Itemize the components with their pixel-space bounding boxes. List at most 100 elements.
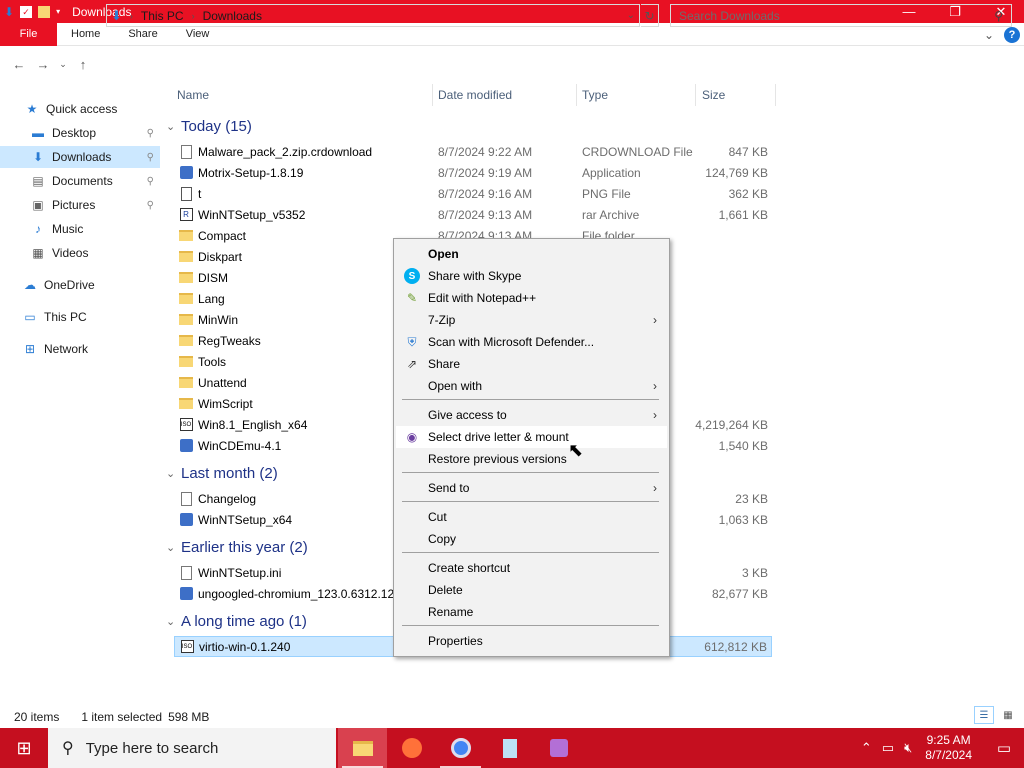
chrome-taskbar-icon[interactable] bbox=[436, 728, 485, 768]
sidebar-item-label: OneDrive bbox=[44, 278, 95, 292]
menu-item-share-with-skype[interactable]: S Share with Skype bbox=[396, 265, 667, 287]
file-type: CRDOWNLOAD File bbox=[582, 144, 693, 159]
firefox-taskbar-icon[interactable] bbox=[387, 728, 436, 768]
menu-item-delete[interactable]: Delete bbox=[396, 579, 667, 601]
sidebar-item-music[interactable]: ♪ Music bbox=[0, 218, 160, 240]
chevron-right-icon: › bbox=[653, 408, 657, 422]
sidebar-item-documents[interactable]: ▤ Documents ⚲ bbox=[0, 170, 160, 192]
menu-item-scan-with-microsoft-defender[interactable]: ⛨ Scan with Microsoft Defender... bbox=[396, 331, 667, 353]
file-name: WinCDEmu-4.1 bbox=[198, 438, 282, 453]
column-divider[interactable] bbox=[576, 84, 577, 106]
chevron-down-icon[interactable]: ⌄ bbox=[166, 541, 181, 554]
sidebar-item-network[interactable]: ⊞ Network bbox=[0, 338, 160, 360]
menu-item-cut[interactable]: Cut bbox=[396, 506, 667, 528]
menu-item-edit-with-notepad[interactable]: ✎ Edit with Notepad++ bbox=[396, 287, 667, 309]
recent-locations-button[interactable]: ⌄ bbox=[58, 59, 68, 70]
file-name: Compact bbox=[198, 228, 247, 243]
file-size: 1,540 KB bbox=[718, 438, 768, 453]
file-name: WinNTSetup_x64 bbox=[198, 512, 293, 527]
table-row[interactable]: Malware_pack_2.zip.crdownload 8/7/2024 9:… bbox=[174, 141, 772, 162]
menu-item-restore-previous-versions[interactable]: Restore previous versions bbox=[396, 448, 667, 470]
sidebar-item-videos[interactable]: ▦ Videos bbox=[0, 242, 160, 264]
menu-item-share[interactable]: ⇗ Share bbox=[396, 353, 667, 375]
help-icon[interactable]: ? bbox=[1004, 26, 1020, 43]
menu-item-label: Select drive letter & mount bbox=[428, 430, 569, 444]
table-row[interactable]: R WinNTSetup_v5352 8/7/2024 9:13 AM rar Arc… bbox=[174, 204, 772, 225]
search-icon: ⚲ bbox=[62, 740, 74, 757]
menu-item-rename[interactable]: Rename bbox=[396, 601, 667, 623]
file-name: WinNTSetup_v5352 bbox=[198, 207, 306, 222]
forward-button[interactable]: → bbox=[34, 57, 52, 72]
file-size: 82,677 KB bbox=[711, 586, 768, 601]
breadcrumb-separator[interactable]: › bbox=[130, 11, 133, 21]
group-header[interactable]: ⌄ A long time ago (1) bbox=[166, 610, 307, 632]
notepad-taskbar-icon[interactable] bbox=[485, 728, 534, 768]
sidebar-item-desktop[interactable]: ▬ Desktop ⚲ bbox=[0, 122, 160, 144]
column-size[interactable]: Size bbox=[702, 84, 725, 106]
group-header[interactable]: ⌄ Earlier this year (2) bbox=[166, 536, 308, 558]
breadcrumb-this-pc[interactable]: This PC bbox=[141, 9, 184, 23]
breadcrumb-downloads[interactable]: Downloads bbox=[203, 9, 262, 23]
column-divider[interactable] bbox=[695, 84, 696, 106]
details-view-button[interactable]: ☰ bbox=[974, 706, 994, 724]
menu-item-label: Give access to bbox=[428, 408, 507, 422]
up-button[interactable]: ↑ bbox=[74, 57, 92, 72]
sidebar-item-this-pc[interactable]: ▭ This PC bbox=[0, 306, 160, 328]
group-header[interactable]: ⌄ Today (15) bbox=[166, 115, 252, 137]
windows-start-icon[interactable]: ⊞ bbox=[0, 728, 48, 768]
refresh-button[interactable]: ↻ bbox=[641, 4, 659, 27]
application-icon bbox=[178, 438, 194, 454]
address-bar[interactable]: ⬇ › This PC › Downloads ⌄ bbox=[106, 4, 640, 27]
search-input[interactable]: Search Downloads ⚲ bbox=[670, 4, 1012, 27]
new-folder-icon[interactable] bbox=[38, 5, 51, 18]
sidebar-item-onedrive[interactable]: ☁ OneDrive bbox=[0, 274, 160, 296]
menu-item-give-access-to[interactable]: Give access to › bbox=[396, 404, 667, 426]
star-icon: ★ bbox=[26, 102, 38, 116]
folder-icon bbox=[178, 228, 194, 244]
breadcrumb-separator[interactable]: › bbox=[192, 11, 195, 21]
column-divider[interactable] bbox=[775, 84, 776, 106]
menu-item-select-drive-letter-mount[interactable]: ◉ Select drive letter & mount bbox=[396, 426, 667, 448]
menu-item-properties[interactable]: Properties bbox=[396, 630, 667, 652]
file-type: rar Archive bbox=[582, 207, 640, 222]
column-name[interactable]: Name bbox=[177, 84, 209, 106]
chevron-down-icon[interactable]: ⌄ bbox=[984, 28, 994, 42]
search-icon: ⚲ bbox=[994, 8, 1003, 23]
sidebar-item-quick-access[interactable]: ★ Quick access bbox=[0, 98, 160, 120]
file-explorer-taskbar-icon[interactable] bbox=[338, 728, 387, 768]
address-dropdown-icon[interactable]: ⌄ bbox=[627, 10, 635, 21]
customize-toolbar-icon[interactable]: ▾ bbox=[56, 6, 60, 18]
clock[interactable]: 9:25 AM 8/7/2024 bbox=[925, 733, 972, 763]
group-header[interactable]: ⌄ Last month (2) bbox=[166, 462, 278, 484]
wincdemu-taskbar-icon[interactable] bbox=[534, 728, 583, 768]
back-button[interactable]: ← bbox=[10, 57, 28, 72]
sidebar-item-label: Downloads bbox=[52, 150, 112, 164]
chevron-down-icon[interactable]: ⌄ bbox=[166, 615, 181, 628]
chevron-down-icon[interactable]: ⌄ bbox=[166, 120, 181, 133]
table-row[interactable]: t 8/7/2024 9:16 AM PNG File 362 KB bbox=[174, 183, 772, 204]
properties-icon[interactable]: ✓ bbox=[20, 5, 33, 18]
menu-item-7-zip[interactable]: 7-Zip › bbox=[396, 309, 667, 331]
chevron-down-icon[interactable]: ⌄ bbox=[166, 467, 181, 480]
taskbar-search-box[interactable]: ⚲ Type here to search bbox=[48, 728, 336, 768]
file-size: 4,219,264 KB bbox=[695, 417, 768, 432]
chevron-up-icon[interactable]: ⌃ bbox=[861, 740, 872, 756]
column-date-modified[interactable]: Date modified bbox=[438, 84, 512, 106]
chevron-right-icon: › bbox=[653, 481, 657, 495]
menu-item-open[interactable]: Open bbox=[396, 243, 667, 265]
sidebar-item-downloads[interactable]: ⬇ Downloads ⚲ bbox=[0, 146, 160, 168]
menu-item-send-to[interactable]: Send to › bbox=[396, 477, 667, 499]
sidebar-item-pictures[interactable]: ▣ Pictures ⚲ bbox=[0, 194, 160, 216]
menu-item-label: Cut bbox=[428, 510, 447, 524]
column-type[interactable]: Type bbox=[582, 84, 608, 106]
notification-icon[interactable]: ▭ bbox=[984, 728, 1024, 768]
menu-item-copy[interactable]: Copy bbox=[396, 528, 667, 550]
network-icon[interactable]: ▭ bbox=[882, 740, 894, 756]
menu-item-create-shortcut[interactable]: Create shortcut bbox=[396, 557, 667, 579]
volume-muted-icon[interactable]: 🔇︎ bbox=[904, 740, 912, 756]
table-row[interactable]: Motrix-Setup-1.8.19 8/7/2024 9:19 AM Appli… bbox=[174, 162, 772, 183]
column-divider[interactable] bbox=[432, 84, 433, 106]
tab-file[interactable]: File bbox=[0, 22, 57, 46]
menu-item-open-with[interactable]: Open with › bbox=[396, 375, 667, 397]
large-icons-view-button[interactable]: ▦ bbox=[998, 706, 1018, 724]
